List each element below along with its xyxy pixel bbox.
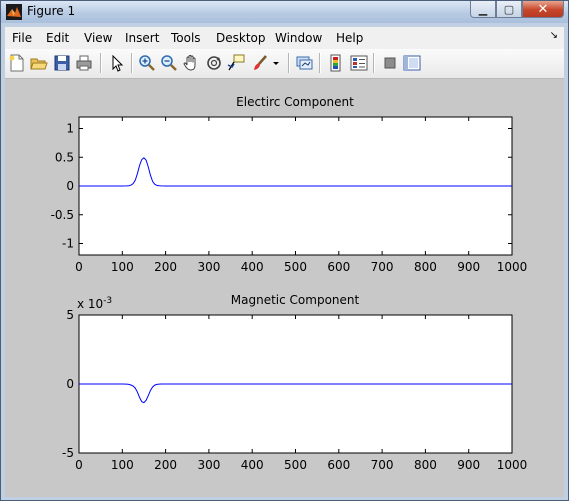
dock-figure-icon[interactable]: ↘ bbox=[550, 30, 558, 41]
zoom-out-icon[interactable] bbox=[160, 54, 178, 72]
maximize-button[interactable]: ▢ bbox=[496, 1, 522, 18]
insert-colorbar-icon[interactable] bbox=[327, 54, 345, 72]
new-figure-icon[interactable] bbox=[8, 54, 26, 72]
minimize-button[interactable]: ▁ bbox=[470, 1, 496, 18]
y-tick-label: 0 bbox=[66, 377, 74, 391]
x-tick-label: 300 bbox=[197, 260, 220, 274]
zoom-in-icon[interactable] bbox=[138, 54, 156, 72]
x-tick-label: 200 bbox=[154, 458, 177, 472]
brush-dropdown-icon[interactable] bbox=[271, 54, 281, 72]
x-tick-label: 200 bbox=[154, 260, 177, 274]
minimize-icon: ▁ bbox=[478, 2, 488, 16]
y-tick-label: 5 bbox=[66, 308, 74, 322]
menu-bar: File Edit View Insert Tools Desktop Wind… bbox=[5, 27, 564, 49]
brush-icon[interactable] bbox=[251, 54, 269, 72]
menu-tools[interactable]: Tools bbox=[171, 31, 201, 45]
save-icon[interactable] bbox=[53, 54, 71, 72]
matlab-logo-icon bbox=[6, 4, 22, 20]
toolbar-separator bbox=[373, 53, 375, 73]
x-tick-label: 0 bbox=[75, 260, 83, 274]
toolbar-separator bbox=[288, 53, 290, 73]
magnetic-exponent-label: x 10-3 bbox=[77, 296, 112, 311]
x-tick-label: 500 bbox=[284, 458, 307, 472]
x-tick-label: 0 bbox=[75, 458, 83, 472]
figure-canvas: Electirc Component 0 100 200 300 400 500 600 70… bbox=[5, 79, 564, 497]
close-icon: ✕ bbox=[537, 1, 549, 17]
rotate-3d-icon[interactable] bbox=[205, 54, 223, 72]
window-title: Figure 1 bbox=[27, 4, 76, 18]
close-button[interactable]: ✕ bbox=[522, 1, 564, 18]
plots-svg: Electirc Component 0 100 200 300 400 500 600 70… bbox=[51, 95, 528, 472]
x-tick-label: 300 bbox=[197, 458, 220, 472]
electric-chart-title: Electirc Component bbox=[236, 95, 354, 109]
menu-insert[interactable]: Insert bbox=[125, 31, 159, 45]
x-tick-label: 100 bbox=[111, 458, 134, 472]
y-tick-label: 0 bbox=[66, 179, 74, 193]
link-plot-icon[interactable] bbox=[295, 54, 313, 72]
x-tick-label: 600 bbox=[327, 458, 350, 472]
magnetic-chart-title: Magnetic Component bbox=[231, 293, 360, 307]
x-tick-label: 900 bbox=[457, 260, 480, 274]
menu-window[interactable]: Window bbox=[275, 31, 322, 45]
toolbar-separator bbox=[319, 53, 321, 73]
open-file-icon[interactable] bbox=[30, 54, 48, 72]
x-tick-label: 800 bbox=[414, 260, 437, 274]
hide-plot-tools-icon[interactable] bbox=[381, 54, 399, 72]
x-tick-label: 400 bbox=[241, 260, 264, 274]
menu-edit[interactable]: Edit bbox=[46, 31, 69, 45]
x-tick-label: 500 bbox=[284, 260, 307, 274]
x-tick-label: 700 bbox=[371, 458, 394, 472]
y-tick-label: -1 bbox=[62, 237, 74, 251]
figure-toolbar bbox=[5, 49, 564, 79]
insert-legend-icon[interactable] bbox=[350, 54, 368, 72]
magnetic-axes[interactable]: Magnetic Component x 10-3 0 100 200 300 400 5… bbox=[62, 293, 527, 472]
x-tick-label: 700 bbox=[371, 260, 394, 274]
x-tick-label: 1000 bbox=[497, 458, 528, 472]
x-tick-label: 600 bbox=[327, 260, 350, 274]
x-tick-label: 100 bbox=[111, 260, 134, 274]
menu-desktop[interactable]: Desktop bbox=[216, 31, 266, 45]
figure-window: Figure 1 ▁ ▢ ✕ File Edit View Insert Too… bbox=[0, 0, 569, 501]
y-tick-label: 1 bbox=[66, 122, 74, 136]
electric-axes[interactable]: Electirc Component 0 100 200 300 400 500 600 70… bbox=[51, 95, 528, 274]
y-tick-label: 0.5 bbox=[55, 150, 74, 164]
toolbar-separator bbox=[100, 53, 102, 73]
y-tick-label: -5 bbox=[62, 446, 74, 460]
menu-help[interactable]: Help bbox=[336, 31, 363, 45]
x-tick-label: 400 bbox=[241, 458, 264, 472]
pan-hand-icon[interactable] bbox=[182, 54, 200, 72]
data-cursor-icon[interactable] bbox=[227, 54, 245, 72]
x-tick-label: 800 bbox=[414, 458, 437, 472]
maximize-icon: ▢ bbox=[503, 2, 515, 16]
print-icon[interactable] bbox=[75, 54, 93, 72]
menu-view[interactable]: View bbox=[84, 31, 112, 45]
window-controls: ▁ ▢ ✕ bbox=[470, 1, 564, 20]
title-bar[interactable]: Figure 1 ▁ ▢ ✕ bbox=[1, 1, 568, 23]
x-tick-label: 900 bbox=[457, 458, 480, 472]
edit-plot-arrow-icon[interactable] bbox=[108, 54, 126, 72]
y-tick-label: -0.5 bbox=[51, 208, 74, 222]
menu-file[interactable]: File bbox=[12, 31, 32, 45]
show-plot-tools-icon[interactable] bbox=[403, 54, 421, 72]
toolbar-separator bbox=[131, 53, 133, 73]
x-tick-label: 1000 bbox=[497, 260, 528, 274]
